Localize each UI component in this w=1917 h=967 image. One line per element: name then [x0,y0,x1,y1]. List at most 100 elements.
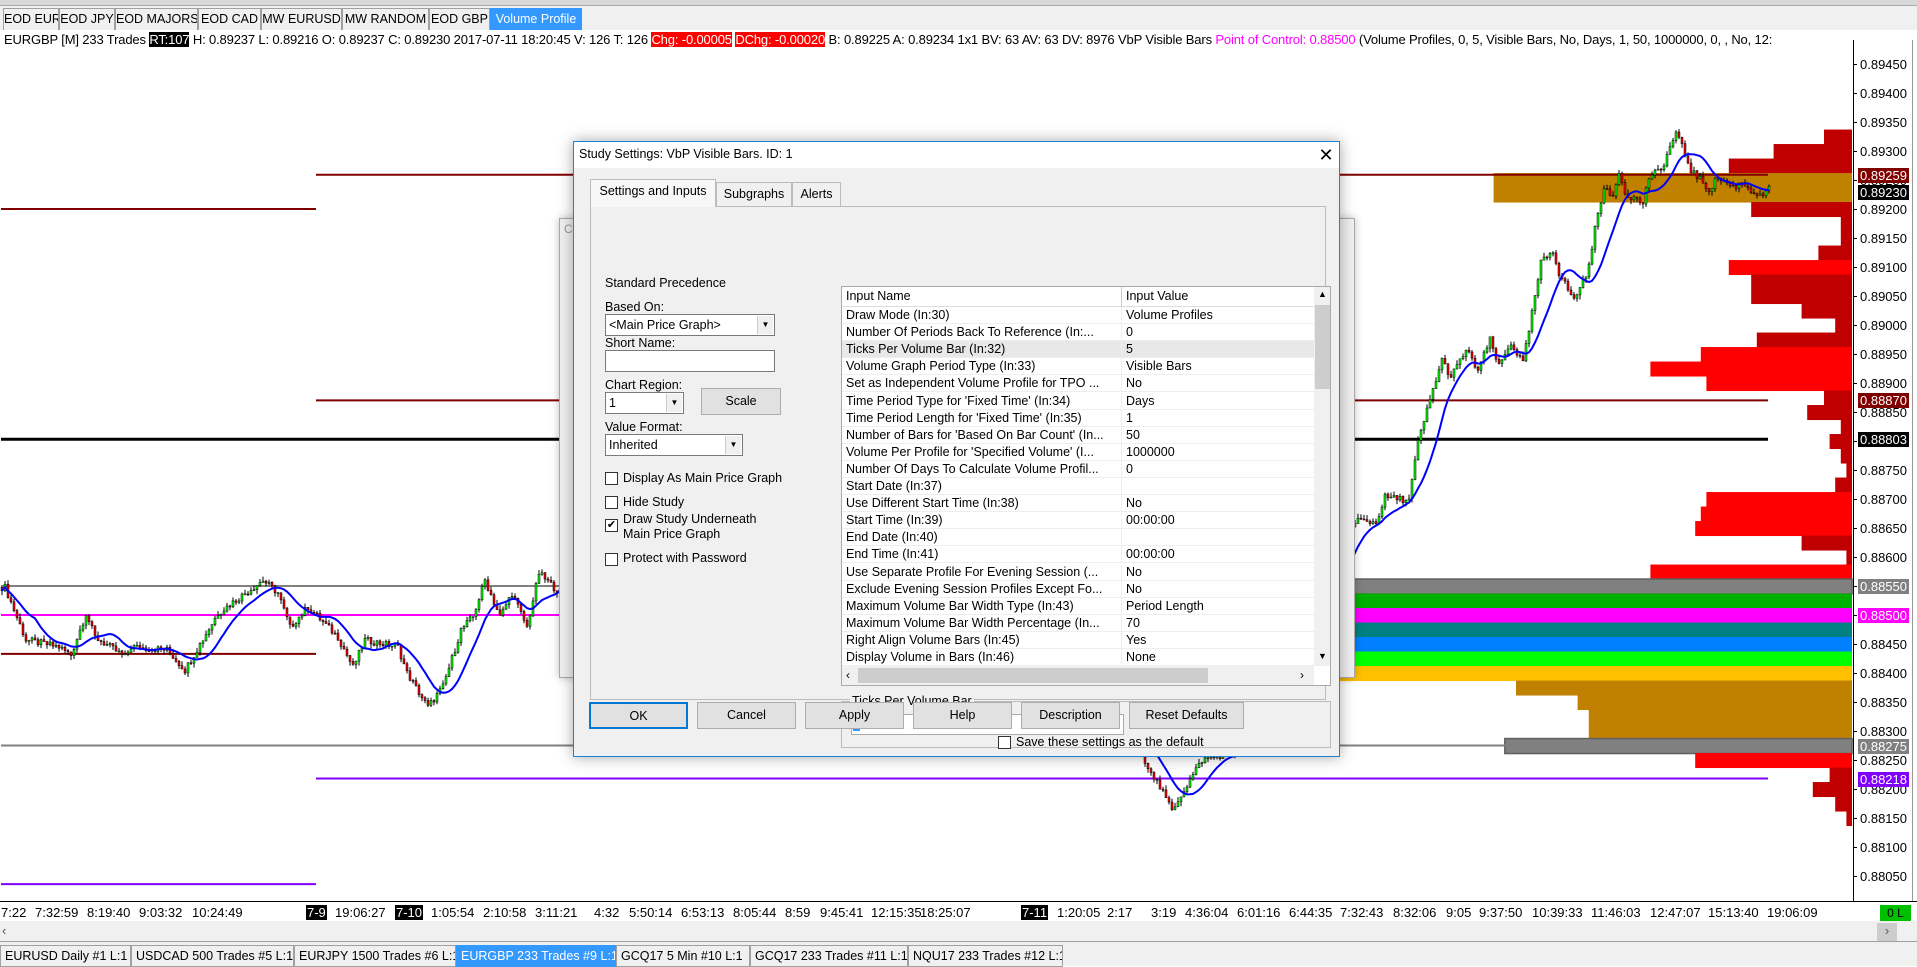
input-row[interactable]: Use Separate Profile For Evening Session… [842,563,1314,581]
input-row[interactable]: Time Period Type for 'Fixed Time' (In:34… [842,392,1314,410]
save-as-default-checkbox[interactable] [998,736,1011,749]
scroll-up-icon[interactable]: ▲ [1318,289,1327,299]
apply-button[interactable]: Apply [805,702,904,729]
scroll-right-icon[interactable]: › [1300,668,1304,682]
chart-window-tab[interactable]: GCQ17 5 Min #10 L:1 [616,945,750,967]
input-value[interactable]: 1000000 [1126,444,1175,460]
input-value[interactable]: 00:00:00 [1126,546,1175,562]
time-label: 7:32:43 [1340,905,1384,920]
input-value[interactable]: 5 [1126,341,1133,357]
display-as-main-price-graph-checkbox[interactable] [605,472,618,485]
hide-study-checkbox[interactable] [605,496,618,509]
input-value[interactable]: Visible Bars [1126,358,1192,374]
tab-alerts[interactable]: Alerts [792,182,841,206]
input-row[interactable]: Display Volume in Bars (In:46) None [842,649,1314,666]
input-value[interactable]: No [1126,495,1142,511]
input-value[interactable]: 0 [1126,461,1133,477]
input-value[interactable]: None [1126,649,1156,665]
chart-window-tab[interactable]: EURUSD Daily #1 L:1 [0,945,131,967]
column-divider [1121,341,1122,359]
value-format-select[interactable]: Inherited ▼ [605,434,743,456]
time-label: 6:01:16 [1237,905,1281,920]
candle-body [69,651,73,656]
draw-underneath-checkbox[interactable]: ✔ [605,519,618,532]
chevron-down-icon[interactable]: ▼ [725,436,741,454]
input-row[interactable]: Volume Per Profile for 'Specified Volume… [842,443,1314,461]
input-row[interactable]: Number of Bars for 'Based On Bar Count' … [842,426,1314,444]
input-row[interactable]: Number Of Periods Back To Reference (In:… [842,324,1314,342]
chart-window-tab[interactable]: EURGBP 233 Trades #9 L:1 [456,945,616,967]
candle-body [528,615,532,627]
candle-body [1542,256,1546,261]
tab-settings-and-inputs[interactable]: Settings and Inputs [590,179,716,207]
scroll-left-icon[interactable]: ‹ [2,923,16,939]
input-row[interactable]: Start Time (In:39) 00:00:00 [842,512,1314,530]
column-header-input-value[interactable]: Input Value [1126,289,1188,303]
chart-horizontal-scrollbar[interactable]: ‹ › [0,921,1917,941]
input-value[interactable]: 50 [1126,427,1140,443]
close-icon[interactable]: ✕ [1316,144,1336,166]
chart-window-tab[interactable]: USDCAD 500 Trades #5 L:1 [131,945,294,967]
short-name-input[interactable] [605,350,775,372]
input-row[interactable]: Maximum Volume Bar Width Type (In:43) Per… [842,597,1314,615]
grid-horizontal-scrollbar[interactable]: ‹ › [842,666,1314,685]
input-value[interactable]: No [1126,581,1142,597]
input-value[interactable]: Volume Profiles [1126,307,1213,323]
candle-body [225,605,229,612]
candle-body [1395,495,1399,501]
input-row[interactable]: End Date (In:40) [842,529,1314,547]
candle-body [1440,358,1444,371]
scroll-right-icon[interactable]: › [1877,923,1897,941]
input-value[interactable]: 00:00:00 [1126,512,1175,528]
column-divider[interactable] [1121,287,1122,307]
input-value[interactable]: Period Length [1126,598,1204,614]
scroll-left-icon[interactable]: ‹ [846,668,850,682]
chart-window-tab[interactable]: NQU17 233 Trades #12 L:1 [908,945,1063,967]
scrollbar-thumb[interactable] [858,668,1208,683]
input-row[interactable]: Exclude Evening Session Profiles Except … [842,580,1314,598]
dialog-titlebar[interactable]: Study Settings: VbP Visible Bars. ID: 1 … [574,142,1339,168]
input-value[interactable]: 0 [1126,324,1133,340]
volume-profile-bar [1812,782,1852,798]
input-row[interactable]: Time Period Length for 'Fixed Time' (In:… [842,409,1314,427]
reset-defaults-button[interactable]: Reset Defaults [1129,702,1244,729]
scale-button[interactable]: Scale [701,388,781,415]
grid-header: Input Name Input Value [842,287,1314,307]
input-row[interactable]: Use Different Start Time (In:38) No [842,495,1314,513]
chevron-down-icon[interactable]: ▼ [666,394,682,412]
input-value[interactable]: No [1126,375,1142,391]
chart-region-select[interactable]: 1 ▼ [605,392,684,414]
input-value[interactable]: Yes [1126,632,1146,648]
input-row[interactable]: Set as Independent Volume Profile for TP… [842,375,1314,393]
help-button[interactable]: Help [913,702,1012,729]
scrollbar-thumb[interactable] [1315,305,1330,389]
price-tick [1853,354,1857,355]
chart-window-tab[interactable]: GCQ17 233 Trades #11 L:1 [750,945,908,967]
tab-subgraphs[interactable]: Subgraphs [716,182,792,206]
based-on-select[interactable]: <Main Price Graph> ▼ [605,314,775,336]
chevron-down-icon[interactable]: ▼ [757,316,773,334]
chart-window-tab[interactable]: EURJPY 1500 Trades #6 L:1 [294,945,456,967]
ok-button[interactable]: OK [589,702,688,729]
protect-with-password-checkbox[interactable] [605,553,618,566]
input-value[interactable]: Days [1126,393,1154,409]
input-row[interactable]: Ticks Per Volume Bar (In:32) 5 [842,341,1314,359]
input-row[interactable]: End Time (In:41) 00:00:00 [842,546,1314,564]
inputs-grid[interactable]: Input Name Input Value Draw Mode (In:30)… [841,286,1331,686]
cancel-button[interactable]: Cancel [697,702,796,729]
input-row[interactable]: Volume Graph Period Type (In:33) Visible … [842,358,1314,376]
input-row[interactable]: Start Date (In:37) [842,478,1314,495]
price-tick [1853,441,1857,442]
grid-vertical-scrollbar[interactable]: ▲ ▼ [1314,287,1330,666]
input-row[interactable]: Maximum Volume Bar Width Percentage (In.… [842,614,1314,632]
scroll-down-icon[interactable]: ▼ [1318,651,1327,661]
column-header-input-name[interactable]: Input Name [846,289,911,303]
input-value[interactable]: No [1126,564,1142,580]
input-row[interactable]: Right Align Volume Bars (In:45) Yes [842,631,1314,649]
candle-body [249,590,253,595]
input-row[interactable]: Draw Mode (In:30) Volume Profiles [842,307,1314,324]
input-value[interactable]: 1 [1126,410,1133,426]
description-button[interactable]: Description [1021,702,1120,729]
input-value[interactable]: 70 [1126,615,1140,631]
input-row[interactable]: Number Of Days To Calculate Volume Profi… [842,460,1314,478]
